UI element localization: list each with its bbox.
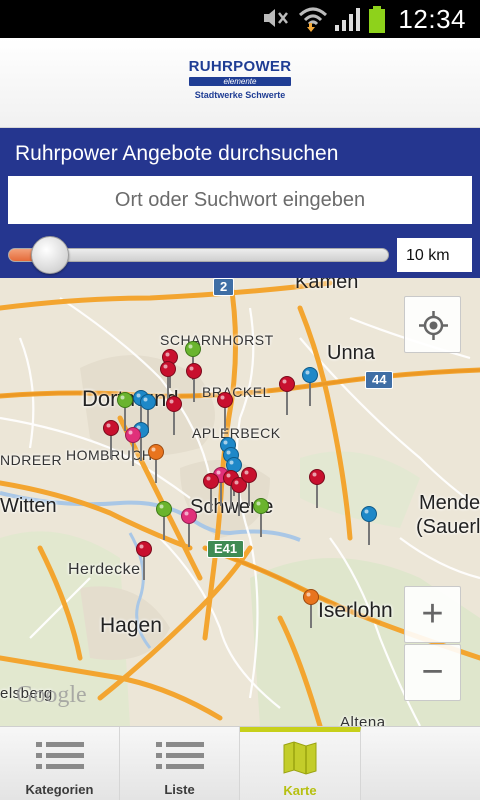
bottom-tab-bar: Kategorien Liste Karte [0,726,480,800]
map-icon [283,741,317,775]
road-shield-e41: E41 [207,540,245,558]
road-shield-44: 44 [365,371,394,389]
zoom-in-button[interactable]: + [404,586,461,643]
map-label-unna: Unna [327,342,375,364]
zoom-in-icon: + [421,593,444,635]
radius-slider-thumb[interactable] [31,236,69,274]
locate-button[interactable] [404,296,461,353]
google-watermark: Google [16,682,87,708]
map-pin[interactable] [301,366,319,406]
map-label-sauerland: (Sauerla [416,516,480,538]
search-input[interactable] [8,176,472,224]
map-pin[interactable] [180,507,198,547]
map-pin[interactable] [165,395,183,435]
map-pin[interactable] [124,426,142,466]
tab-label: Karte [283,783,317,798]
map-label-altena: Altena [340,714,386,726]
map-pin[interactable] [147,443,165,483]
zoom-out-button[interactable]: − [404,644,461,701]
battery-icon [369,6,385,33]
map-label-iserlohn: Iserlohn [318,599,393,622]
map-label-kamen: Kamen [295,278,359,293]
map-label-witten: Witten [0,495,57,517]
app-header: RUHRPOWER elemente Stadtwerke Schwerte [0,38,480,128]
map-pin[interactable] [360,505,378,545]
map-label-herdecke: Herdecke [68,561,141,578]
tab-liste[interactable]: Liste [120,727,240,800]
map-label-scharnhorst: SCHARNHORST [160,332,274,348]
radius-value: 10 km [397,238,472,272]
map-pin[interactable] [302,588,320,628]
signal-icon [335,8,360,31]
logo-name: RUHRPOWER [188,58,292,75]
tab-label: Liste [164,782,195,797]
map-pin[interactable] [252,497,270,537]
ruhrpower-logo: RUHRPOWER elemente Stadtwerke Schwerte [178,58,302,114]
map-pin[interactable] [308,468,326,508]
mute-icon [264,9,288,27]
map-pin[interactable] [155,500,173,540]
status-bar: 12:34 [0,0,480,38]
tab-label: Kategorien [25,782,94,797]
map-label-hagen: Hagen [100,614,162,637]
search-title: Ruhrpower Angebote durchsuchen [15,142,339,165]
tab-kategorien[interactable]: Kategorien [0,727,120,800]
map-pin[interactable] [278,375,296,415]
clock: 12:34 [398,4,466,34]
map-pin[interactable] [216,391,234,431]
zoom-out-icon: − [421,651,444,693]
map-label-brackel: BRACKEL [202,384,271,400]
list-icon [35,742,84,769]
map-pin[interactable] [102,419,120,459]
road-shield-2: 2 [213,278,235,296]
wifi-icon [298,7,328,32]
logo-company: Stadtwerke Schwerte [194,90,286,100]
tab-empty [361,727,480,800]
map-pin[interactable] [185,362,203,402]
map-pin[interactable] [159,360,177,400]
map-label-menden: Menden [419,492,480,514]
list-icon [155,742,204,769]
map-view[interactable]: Kamen SCHARNHORST Unna Dortmund BRACKEL … [0,278,480,726]
map-pin[interactable] [135,540,153,580]
map-label-ndreer: NDREER [0,452,63,468]
tab-karte[interactable]: Karte [240,727,361,800]
logo-tagline: elemente [189,77,291,86]
map-pin[interactable] [202,472,220,512]
locate-icon [419,311,448,340]
